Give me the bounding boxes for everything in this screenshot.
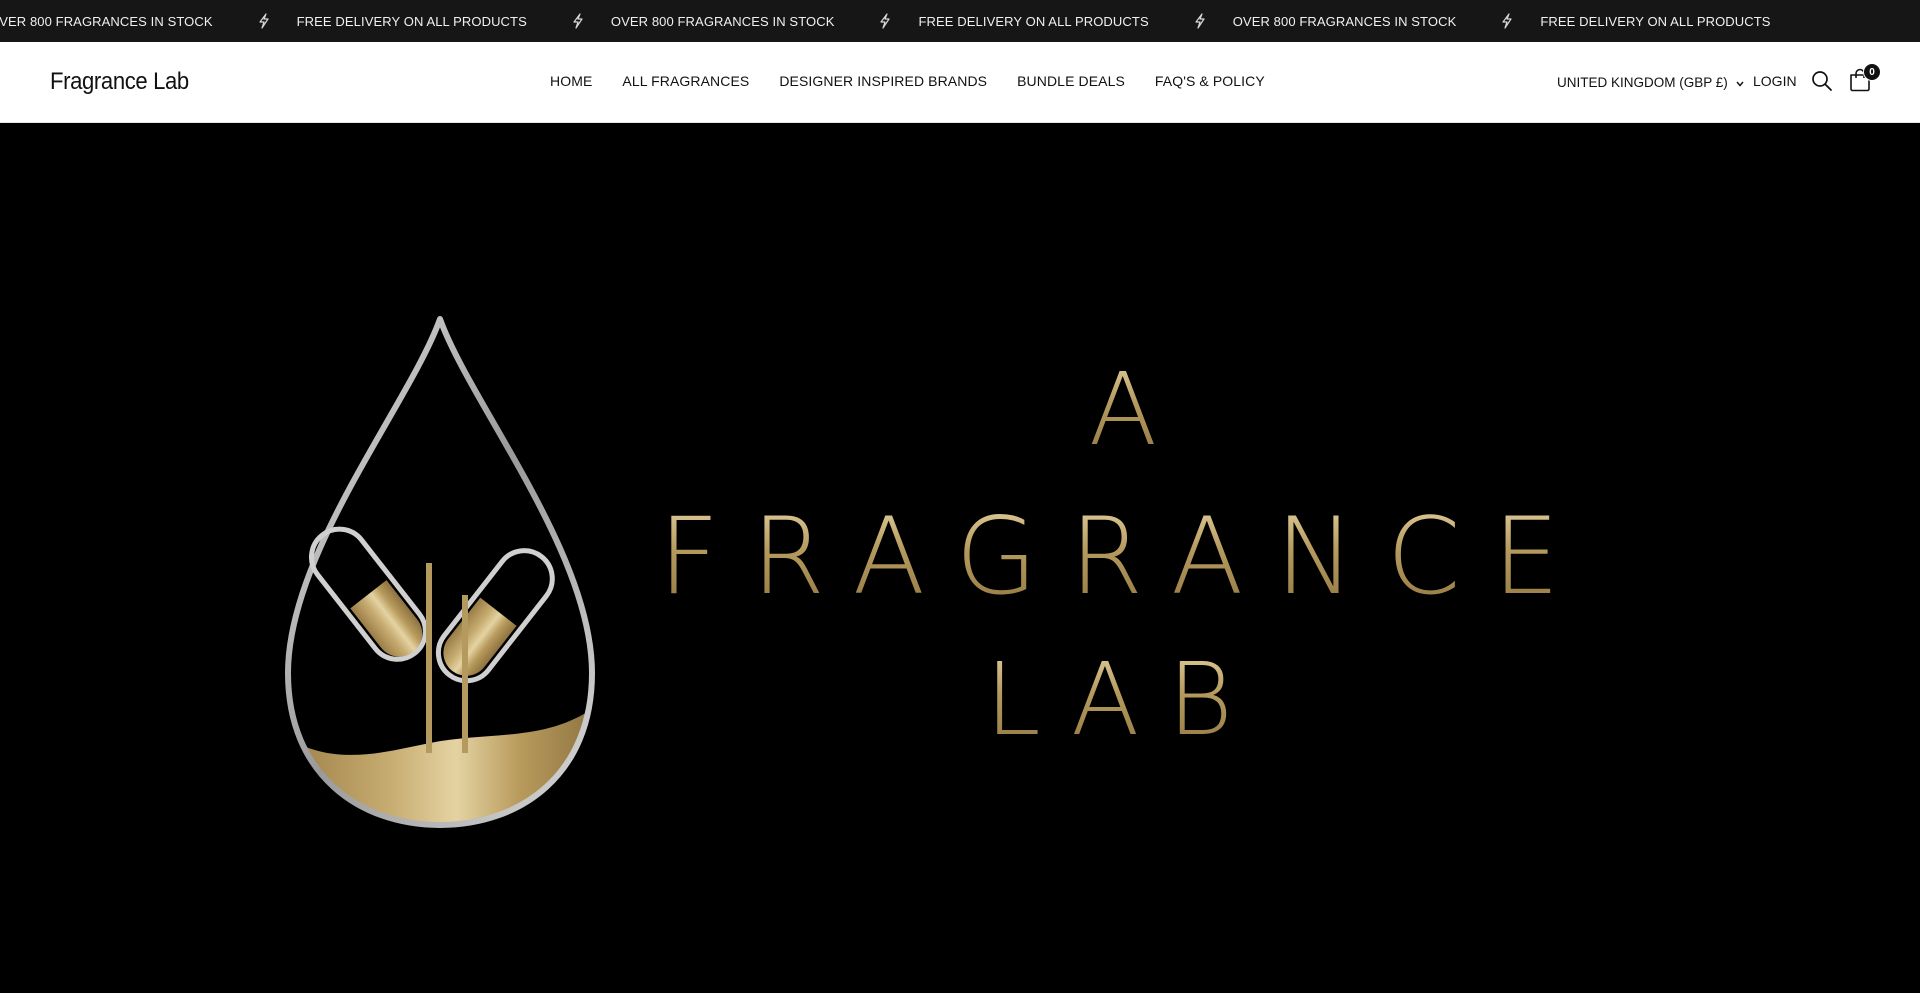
hero-logo-line-a: A xyxy=(1050,351,1196,468)
site-logo[interactable]: Fragrance Lab xyxy=(50,68,189,96)
cart-count-badge: 0 xyxy=(1863,63,1881,81)
site-header: Fragrance Lab HOME ALL FRAGRANCES DESIGN… xyxy=(0,42,1920,123)
announcement-text: FREE DELIVERY ON ALL PRODUCTS xyxy=(918,13,1149,29)
nav-item-designer-inspired-brands[interactable]: DESIGNER INSPIRED BRANDS xyxy=(779,73,987,89)
announcement-text: OVER 800 FRAGRANCES IN STOCK xyxy=(0,13,213,29)
announcement-text: OVER 800 FRAGRANCES IN STOCK xyxy=(1232,13,1457,29)
nav-item-all-fragrances[interactable]: ALL FRAGRANCES xyxy=(622,73,749,89)
announcement-bar: OVER 800 FRAGRANCES IN STOCK FREE DELIVE… xyxy=(0,0,1920,42)
nav-item-faqs-policy[interactable]: FAQ'S & POLICY xyxy=(1155,73,1265,89)
hero-logo-line-lab: LAB xyxy=(978,641,1268,758)
test-tube-right xyxy=(435,548,555,684)
lightning-bolt-icon xyxy=(257,13,271,29)
lightning-bolt-icon xyxy=(878,13,892,29)
search-icon[interactable] xyxy=(1811,70,1833,92)
hero-logo-line-fragrance: FRAGRANCE xyxy=(650,495,1600,618)
announcement-text: FREE DELIVERY ON ALL PRODUCTS xyxy=(296,13,527,29)
main-nav: HOME ALL FRAGRANCES DESIGNER INSPIRED BR… xyxy=(550,73,1265,89)
lightning-bolt-icon xyxy=(1500,13,1514,29)
chevron-down-icon xyxy=(1736,75,1744,90)
country-selector-label: UNITED KINGDOM (GBP £) xyxy=(1557,75,1728,90)
lightning-bolt-icon xyxy=(571,13,585,29)
announcement-text: FREE DELIVERY ON ALL PRODUCTS xyxy=(1540,13,1771,29)
login-link[interactable]: LOGIN xyxy=(1753,73,1797,89)
pour-stream-left xyxy=(426,563,432,753)
lightning-bolt-icon xyxy=(1193,13,1207,29)
announcement-track: OVER 800 FRAGRANCES IN STOCK FREE DELIVE… xyxy=(0,0,1815,42)
hero-banner[interactable]: A FRAGRANCE LAB xyxy=(0,123,1920,993)
announcement-text: OVER 800 FRAGRANCES IN STOCK xyxy=(610,13,835,29)
nav-item-bundle-deals[interactable]: BUNDLE DEALS xyxy=(1017,73,1125,89)
pour-stream-right xyxy=(462,595,468,753)
nav-item-home[interactable]: HOME xyxy=(550,73,592,89)
country-selector[interactable]: UNITED KINGDOM (GBP £) xyxy=(1557,75,1744,90)
